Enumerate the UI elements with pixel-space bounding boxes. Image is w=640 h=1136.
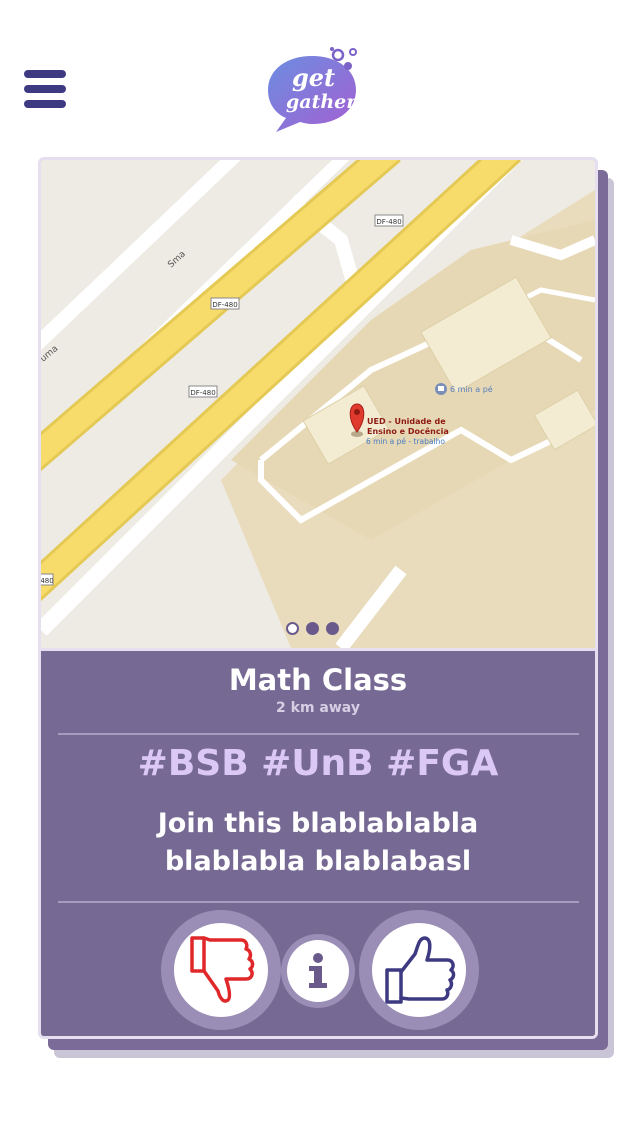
thumbs-up-icon: [385, 936, 456, 1004]
description-line: Join this blablablabla: [157, 808, 479, 839]
divider: [58, 901, 579, 903]
place-name: UED - Unidade de: [367, 417, 446, 426]
svg-text:DF-480: DF-480: [212, 301, 237, 309]
image-pager[interactable]: [286, 622, 339, 635]
pager-dot-2[interactable]: [306, 622, 319, 635]
like-button[interactable]: [359, 910, 479, 1030]
event-map[interactable]: DF-480 DF-480 DF-480 480 Sma uma 6 min a: [41, 160, 595, 648]
road-shield: DF-480: [374, 214, 404, 227]
info-button[interactable]: [281, 934, 355, 1008]
description-line: blablabla blablabasl: [164, 846, 472, 877]
place-name: Ensino e Docência: [367, 426, 449, 436]
poi-marker[interactable]: 6 min a pé: [435, 383, 493, 395]
menu-icon-bar: [24, 70, 66, 78]
menu-button[interactable]: [24, 70, 66, 112]
divider: [58, 733, 579, 735]
pager-dot-1[interactable]: [286, 622, 299, 635]
pager-dot-3[interactable]: [326, 622, 339, 635]
place-walk: 6 min a pé - trabalho: [366, 437, 445, 446]
menu-icon-bar: [24, 100, 66, 108]
event-distance: 2 km away: [276, 700, 360, 716]
event-description: Join this blablablabla blablabla blablab…: [101, 805, 535, 881]
svg-text:DF-480: DF-480: [190, 389, 215, 397]
road-shield: DF-480: [188, 385, 218, 398]
thumbs-down-icon: [190, 936, 255, 1003]
svg-text:480: 480: [41, 577, 54, 585]
event-info: Math Class 2 km away #BSB #UnB #FGA Join…: [41, 648, 595, 1036]
event-card[interactable]: DF-480 DF-480 DF-480 480 Sma uma 6 min a: [38, 157, 598, 1039]
menu-icon-bar: [24, 85, 66, 93]
event-title: Math Class: [228, 663, 408, 697]
svg-text:DF-480: DF-480: [376, 218, 401, 226]
event-hashtags: #BSB #UnB #FGA: [137, 743, 499, 784]
svg-text:6 min a pé: 6 min a pé: [450, 384, 493, 394]
app-logo: get gather: [266, 46, 362, 136]
dislike-button[interactable]: [161, 910, 281, 1030]
logo-text-get: get: [292, 63, 335, 92]
logo-text-gather: gather: [286, 91, 358, 113]
info-icon: [309, 953, 327, 988]
road-shield: DF-480: [210, 297, 240, 310]
road-shield: 480: [41, 573, 54, 586]
